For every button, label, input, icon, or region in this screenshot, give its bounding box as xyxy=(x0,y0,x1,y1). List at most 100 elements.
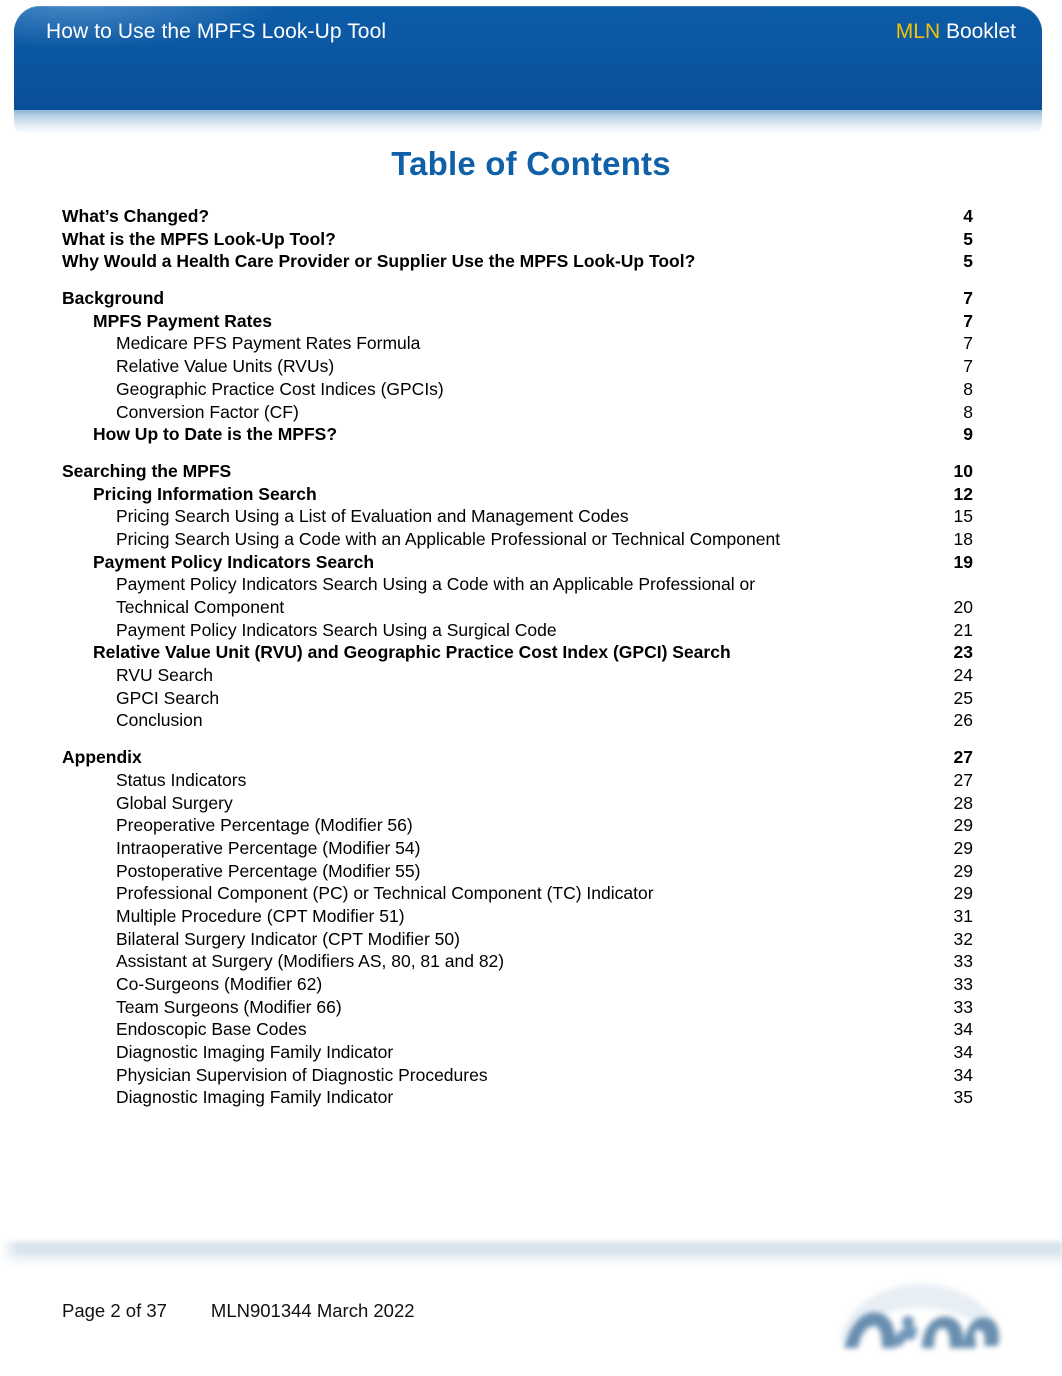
toc-entry[interactable]: Pricing Information Search 12 xyxy=(0,483,1062,506)
toc-entry-label: Professional Component (PC) or Technical… xyxy=(116,883,654,904)
toc-entry[interactable]: Co-Surgeons (Modifier 62) 33 xyxy=(0,973,1062,996)
toc-entry[interactable]: Global Surgery 28 xyxy=(0,792,1062,815)
toc-entry-page-number: 29 xyxy=(953,883,973,904)
toc-entry-label: Endoscopic Base Codes xyxy=(116,1019,307,1040)
toc-entry[interactable]: Appendix 27 xyxy=(0,746,1062,769)
toc-entry[interactable]: Postoperative Percentage (Modifier 55) 29 xyxy=(0,860,1062,883)
toc-entry-label: Geographic Practice Cost Indices (GPCIs) xyxy=(116,378,444,399)
toc-entry-page-number: 9 xyxy=(963,424,973,445)
toc-entry[interactable]: Multiple Procedure (CPT Modifier 51) 31 xyxy=(0,905,1062,928)
toc-entry-label: Global Surgery xyxy=(116,792,233,813)
toc-entry[interactable]: What’s Changed? 4 xyxy=(0,205,1062,228)
toc-entry-label: Diagnostic Imaging Family Indicator xyxy=(116,1042,394,1063)
toc-entry[interactable]: Diagnostic Imaging Family Indicator 34 xyxy=(0,1041,1062,1064)
toc-entry[interactable]: Endoscopic Base Codes 34 xyxy=(0,1018,1062,1041)
header-brand-booklet: Booklet xyxy=(940,20,1016,43)
toc-entry-label: Appendix xyxy=(62,747,142,768)
toc-entry-label: Co-Surgeons (Modifier 62) xyxy=(116,974,323,994)
toc-entry[interactable]: Bilateral Surgery Indicator (CPT Modifie… xyxy=(0,928,1062,951)
toc-entry-page-number: 19 xyxy=(953,551,973,572)
toc-entry[interactable]: Technical Component 20 xyxy=(0,596,1062,619)
toc-entry[interactable]: MPFS Payment Rates 7 xyxy=(0,310,1062,333)
toc-entry-label: Pricing Search Using a Code with an Appl… xyxy=(116,528,781,549)
toc-entry[interactable]: Conclusion 26 xyxy=(0,709,1062,732)
footer-divider xyxy=(0,1238,1062,1268)
toc-entry[interactable]: How Up to Date is the MPFS? 9 xyxy=(0,423,1062,446)
toc-entry-page-number: 27 xyxy=(953,769,973,790)
toc-entry-label: Intraoperative Percentage (Modifier 54) xyxy=(116,837,421,858)
toc-entry-page-number: 33 xyxy=(953,951,973,972)
toc-entry[interactable]: Payment Policy Indicators Search Using a… xyxy=(0,619,1062,642)
toc-entry[interactable]: Payment Policy Indicators Search Using a… xyxy=(0,573,1062,596)
toc-entry-label: Why Would a Health Care Provider or Supp… xyxy=(62,251,696,272)
toc-entry[interactable]: Background 7 xyxy=(0,287,1062,310)
toc-entry-page-number: 31 xyxy=(953,905,973,926)
toc-group-gap xyxy=(0,732,1062,746)
toc-entry[interactable]: Why Would a Health Care Provider or Supp… xyxy=(0,250,1062,273)
toc-entry-page-number: 28 xyxy=(953,792,973,813)
toc-entry-page-number: 33 xyxy=(953,974,973,994)
toc-entry[interactable]: Status Indicators 27 xyxy=(0,769,1062,792)
toc-entry[interactable]: Conversion Factor (CF) 8 xyxy=(0,401,1062,424)
page-title: Table of Contents xyxy=(391,145,671,182)
footer-document-id: MLN901344 March 2022 xyxy=(210,1300,415,1321)
toc-entry-label: GPCI Search xyxy=(116,687,220,708)
toc-entry[interactable]: Relative Value Units (RVUs) 7 xyxy=(0,355,1062,378)
toc-entry-label: How Up to Date is the MPFS? xyxy=(93,424,338,445)
toc-entry[interactable]: GPCI Search 25 xyxy=(0,687,1062,710)
toc-entry-label: Pricing Information Search xyxy=(93,483,317,504)
toc-entry-label: Relative Value Units (RVUs) xyxy=(116,356,335,377)
toc-entry-page-number: 23 xyxy=(953,642,973,663)
toc-entry[interactable]: Diagnostic Imaging Family Indicator 35 xyxy=(0,1086,1062,1109)
toc-entry-label: Multiple Procedure (CPT Modifier 51) xyxy=(116,905,405,926)
toc-entry-label: Diagnostic Imaging Family Indicator xyxy=(116,1087,394,1108)
toc-entry-label: Preoperative Percentage (Modifier 56) xyxy=(116,815,413,836)
footer-info: Page 2 of 37 MLN901344 March 2022 xyxy=(62,1300,415,1322)
cms-logo xyxy=(833,1284,1009,1364)
toc-entry-page-number: 29 xyxy=(953,815,973,836)
toc-group-gap xyxy=(0,273,1062,287)
toc-entry-page-number: 18 xyxy=(953,528,973,549)
toc-entry[interactable]: Geographic Practice Cost Indices (GPCIs)… xyxy=(0,378,1062,401)
toc-entry-page-number: 15 xyxy=(953,506,973,527)
toc-entry[interactable]: Pricing Search Using a List of Evaluatio… xyxy=(0,505,1062,528)
toc-entry-label: RVU Search xyxy=(116,665,213,686)
toc-entry-label: Technical Component xyxy=(116,597,285,617)
toc-entry[interactable]: Pricing Search Using a Code with an Appl… xyxy=(0,528,1062,551)
toc-entry[interactable]: RVU Search 24 xyxy=(0,664,1062,687)
toc-entry[interactable]: Medicare PFS Payment Rates Formula 7 xyxy=(0,332,1062,355)
toc-entry-label: Searching the MPFS xyxy=(62,460,232,481)
toc-entry[interactable]: Assistant at Surgery (Modifiers AS, 80, … xyxy=(0,950,1062,973)
toc-entry[interactable]: Team Surgeons (Modifier 66) 33 xyxy=(0,996,1062,1019)
toc-entry[interactable]: What is the MPFS Look-Up Tool? 5 xyxy=(0,228,1062,251)
toc-entry[interactable]: Physician Supervision of Diagnostic Proc… xyxy=(0,1064,1062,1087)
header-brand-mln: MLN xyxy=(895,20,941,43)
toc-group: Appendix 27 Status Indicators 27 Global Surg… xyxy=(0,746,1062,1109)
toc-entry[interactable]: Searching the MPFS 10 xyxy=(0,460,1062,483)
toc-group: What’s Changed? 4 What is the MPFS Look-Up… xyxy=(0,205,1062,273)
toc-entry[interactable]: Relative Value Unit (RVU) and Geographic… xyxy=(0,641,1062,664)
toc-entry-label: Medicare PFS Payment Rates Formula xyxy=(116,333,421,354)
toc-entry-page-number: 7 xyxy=(963,356,973,377)
toc-entry[interactable]: Professional Component (PC) or Technical… xyxy=(0,882,1062,905)
page-header: How to Use the MPFS Look-Up Tool MLN Boo… xyxy=(0,0,1062,136)
toc-entry-page-number: 12 xyxy=(953,483,973,504)
toc-entry-page-number: 25 xyxy=(953,687,973,708)
toc-entry-label: Conversion Factor (CF) xyxy=(116,401,299,422)
toc-entry[interactable]: Preoperative Percentage (Modifier 56) 29 xyxy=(0,814,1062,837)
toc-entry-page-number: 21 xyxy=(953,619,973,640)
toc-entry-page-number: 29 xyxy=(953,837,973,858)
toc-entry-label: Postoperative Percentage (Modifier 55) xyxy=(116,860,421,881)
toc-entry-label: Conclusion xyxy=(116,710,203,731)
toc-entry-page-number: 34 xyxy=(953,1042,973,1063)
header-brand: MLN Booklet xyxy=(896,20,1016,44)
toc-entry[interactable]: Payment Policy Indicators Search 19 xyxy=(0,551,1062,574)
toc-entry-label: Status Indicators xyxy=(116,769,247,790)
toc-entry-page-number: 7 xyxy=(963,310,973,331)
toc-entry-label: MPFS Payment Rates xyxy=(93,310,272,331)
toc-entry-label: Background xyxy=(62,288,165,309)
toc-entry[interactable]: Intraoperative Percentage (Modifier 54) 2… xyxy=(0,837,1062,860)
toc-entry-page-number: 8 xyxy=(963,401,973,422)
toc-entry-page-number: 7 xyxy=(963,288,973,309)
toc-entry-label: Payment Policy Indicators Search Using a… xyxy=(116,574,756,595)
